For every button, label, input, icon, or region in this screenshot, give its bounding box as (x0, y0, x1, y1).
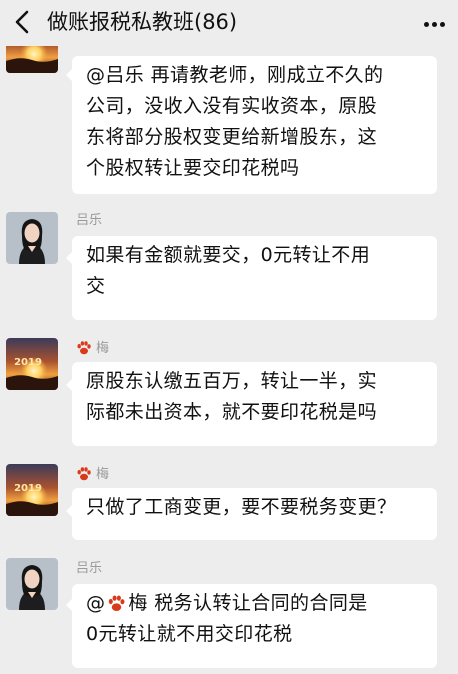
paw-icon (77, 467, 91, 481)
message-bubble[interactable]: 只做了工商变更，要不要税务变更？ (72, 488, 437, 540)
sender-name: 吕乐 (76, 213, 103, 228)
sunset-2019-avatar: 2019 (6, 338, 58, 390)
message-line: 原股东认缴五百万，转让一半，实 (86, 370, 378, 392)
message-bubble[interactable]: @ 梅 税务认转让合同的合同是 0元转让就不用交印花税 (72, 584, 437, 668)
message-line: 0元转让就不用交印花税 (86, 623, 293, 645)
paw-icon (77, 341, 91, 355)
avatar-year-text: 2019 (14, 483, 42, 494)
sender-avatar[interactable] (6, 212, 58, 264)
message-line: @ 梅 税务认转让合同的合同是 (86, 588, 423, 619)
message-line: 东将部分股权变更给新增股东，这 (86, 126, 378, 148)
sunset-2019-avatar: 2019 (6, 464, 58, 516)
message-bubble[interactable]: @吕乐 再请教老师，刚成立不久的 公司，没收入没有实收资本，原股 东将部分股权变… (72, 56, 437, 194)
sender-name: 吕乐 (76, 561, 103, 576)
message-line: 个股权转让要交印花税吗 (86, 157, 300, 179)
message-line: 公司，没收入没有实收资本，原股 (86, 95, 378, 117)
sender-avatar[interactable]: 2019 (6, 338, 58, 390)
woman-portrait-avatar (6, 212, 58, 264)
chat-header: 做账报税私教班(86) (0, 0, 458, 46)
message-line: 只做了工商变更，要不要税务变更？ (86, 496, 397, 518)
chat-title: 做账报税私教班(86) (47, 10, 238, 34)
woman-portrait-avatar (6, 558, 58, 610)
message-line: @吕乐 再请教老师，刚成立不久的 (86, 64, 384, 86)
more-dots-icon (423, 22, 429, 27)
paw-icon (109, 595, 125, 611)
sender-avatar[interactable]: 2019 (6, 464, 58, 516)
message-line: 际都未出资本，就不要印花税是吗 (86, 401, 378, 423)
avatar-year-text: 2019 (14, 357, 42, 368)
sender-name: 梅 (76, 466, 109, 484)
message-bubble[interactable]: 原股东认缴五百万，转让一半，实 际都未出资本，就不要印花税是吗 (72, 362, 437, 446)
mention-at: @ (86, 592, 106, 614)
mention-rest: 梅 税务认转让合同的合同是 (128, 592, 368, 614)
chevron-left-icon (15, 10, 29, 34)
sender-avatar[interactable] (6, 558, 58, 610)
back-button[interactable] (8, 6, 38, 38)
message-line: 如果有金额就要交，0元转让不用 (86, 244, 371, 266)
more-options-button[interactable] (422, 12, 448, 32)
message-line: 交 (86, 275, 106, 297)
sender-name: 梅 (76, 340, 109, 358)
message-bubble[interactable]: 如果有金额就要交，0元转让不用 交 (72, 236, 437, 320)
